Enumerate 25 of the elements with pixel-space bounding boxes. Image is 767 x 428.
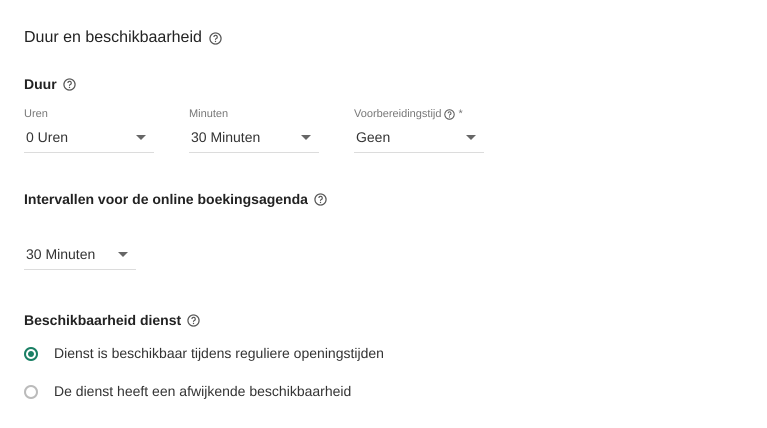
dropdown[interactable]: 30 Minuten: [189, 127, 319, 153]
help-icon[interactable]: [444, 108, 456, 120]
caret-icon: [136, 135, 146, 140]
section-title: Duur en beschikbaarheid: [24, 28, 202, 48]
field-label: Voorbereidingstijd: [354, 106, 442, 122]
radio-label: De dienst heeft een afwijkende beschikbaarheid: [54, 382, 352, 401]
help-icon[interactable]: [208, 32, 222, 44]
caret-icon: [118, 252, 128, 257]
caret-icon: [466, 135, 476, 140]
help-icon[interactable]: [62, 78, 76, 91]
help-icon[interactable]: [187, 314, 200, 327]
radio-label: Dienst is beschikbaar tijdens reguliere openingstijden: [54, 344, 384, 363]
section-heading: Beschikbaarheid dienst: [24, 311, 182, 330]
dropdown[interactable]: 0 Uren: [24, 127, 154, 153]
field-label: Minuten: [189, 106, 228, 122]
field-label: Uren: [24, 106, 48, 122]
radio-button[interactable]: [24, 384, 38, 398]
dropdown[interactable]: Geen: [354, 127, 484, 153]
section-heading: Intervallen voor de online boekingsagenda: [24, 190, 308, 209]
help-icon[interactable]: [314, 193, 327, 206]
caret-icon: [301, 135, 311, 140]
radio-button[interactable]: [24, 346, 38, 360]
section-heading: Duur: [24, 75, 57, 94]
required-mark: *: [458, 106, 463, 122]
dropdown[interactable]: 30 Minuten: [24, 244, 136, 270]
